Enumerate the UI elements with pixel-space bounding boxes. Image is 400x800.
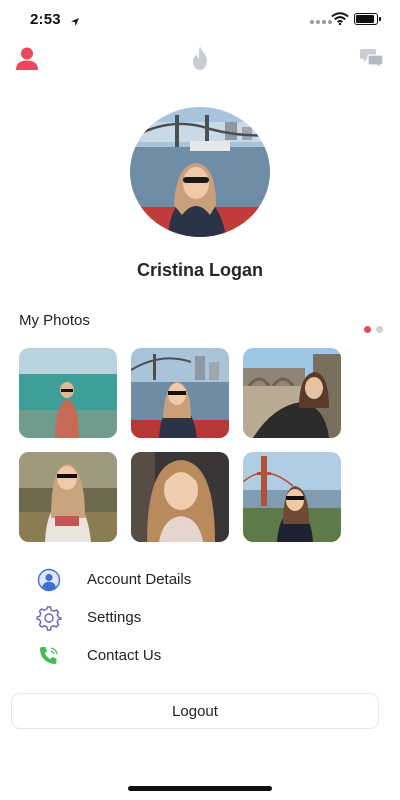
- menu-item-contact-us[interactable]: Contact Us: [36, 641, 366, 671]
- phone-icon: [36, 644, 62, 668]
- gear-icon: [36, 606, 62, 631]
- page-dot[interactable]: [376, 326, 383, 333]
- chat-icon[interactable]: [358, 44, 386, 72]
- status-bar: 2:53: [0, 0, 400, 40]
- my-photos-heading: My Photos: [19, 312, 90, 329]
- profile-icon[interactable]: [13, 44, 41, 72]
- menu-item-label: Contact Us: [87, 647, 162, 664]
- status-time: 2:53: [30, 11, 61, 28]
- photo-thumbnail[interactable]: [19, 348, 117, 438]
- photo-page-indicator[interactable]: [364, 326, 383, 333]
- page-dot-active[interactable]: [364, 326, 371, 333]
- cellular-signal-icon: [310, 20, 332, 24]
- photo-thumbnail[interactable]: [131, 348, 229, 438]
- photo-thumbnail[interactable]: [243, 348, 341, 438]
- photo-thumbnail[interactable]: [19, 452, 117, 542]
- logout-button[interactable]: Logout: [11, 693, 379, 729]
- photo-thumbnail[interactable]: [131, 452, 229, 542]
- menu-item-settings[interactable]: Settings: [36, 603, 366, 633]
- photo-thumbnail[interactable]: [243, 452, 341, 542]
- battery-icon: [354, 13, 381, 25]
- menu-item-label: Settings: [87, 609, 142, 626]
- menu-item-account-details[interactable]: Account Details: [36, 565, 366, 595]
- location-arrow-icon: [70, 14, 80, 32]
- home-indicator[interactable]: [128, 786, 272, 791]
- account-icon: [36, 568, 62, 592]
- flame-icon[interactable]: [186, 44, 214, 72]
- wifi-icon: [331, 12, 349, 30]
- menu-item-label: Account Details: [87, 571, 192, 588]
- profile-name: Cristina Logan: [136, 260, 263, 280]
- top-nav: [0, 44, 400, 76]
- avatar[interactable]: [130, 107, 270, 237]
